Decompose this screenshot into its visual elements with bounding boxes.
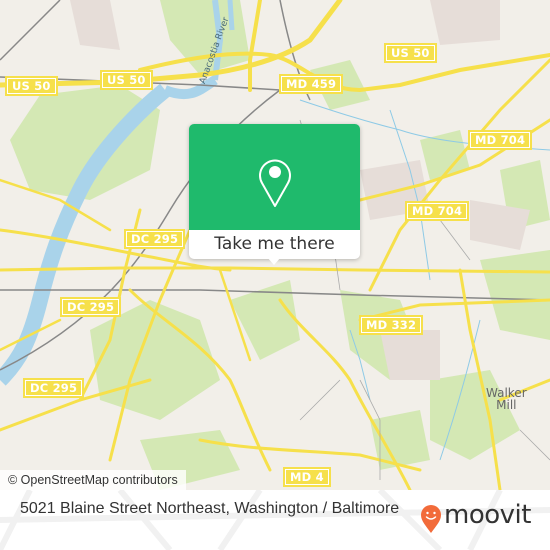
road-shield-md-704-south: MD 704	[405, 201, 470, 221]
road-shield-md-704-north: MD 704	[468, 130, 533, 150]
road-shield-dc-295-north: DC 295	[124, 229, 186, 249]
moovit-smiley-pin-icon	[421, 505, 441, 533]
popup-header	[189, 124, 360, 230]
road-shield-md-4: MD 4	[283, 467, 331, 487]
take-me-there-button[interactable]: Take me there	[189, 230, 360, 259]
road-shield-us-50-center: US 50	[100, 70, 153, 90]
map-pin-icon	[259, 159, 291, 207]
road-shield-md-332: MD 332	[359, 315, 424, 335]
location-popup[interactable]: Take me there	[189, 124, 360, 265]
footer: 5021 Blaine Street Northeast, Washington…	[0, 490, 550, 550]
road-shield-us-50-west: US 50	[5, 76, 58, 96]
address-text: 5021 Blaine Street Northeast, Washington…	[20, 500, 400, 517]
road-shield-md-459: MD 459	[279, 74, 344, 94]
place-label-walker-mill: Walker Mill	[486, 386, 527, 412]
road-shield-dc-295-center: DC 295	[60, 297, 122, 317]
road-shield-us-50-east: US 50	[384, 43, 437, 63]
map-attribution[interactable]: © OpenStreetMap contributors	[0, 470, 186, 490]
popup-pointer	[267, 257, 281, 265]
moovit-wordmark: moovit	[444, 500, 531, 530]
road-shield-dc-295-south: DC 295	[23, 378, 85, 398]
